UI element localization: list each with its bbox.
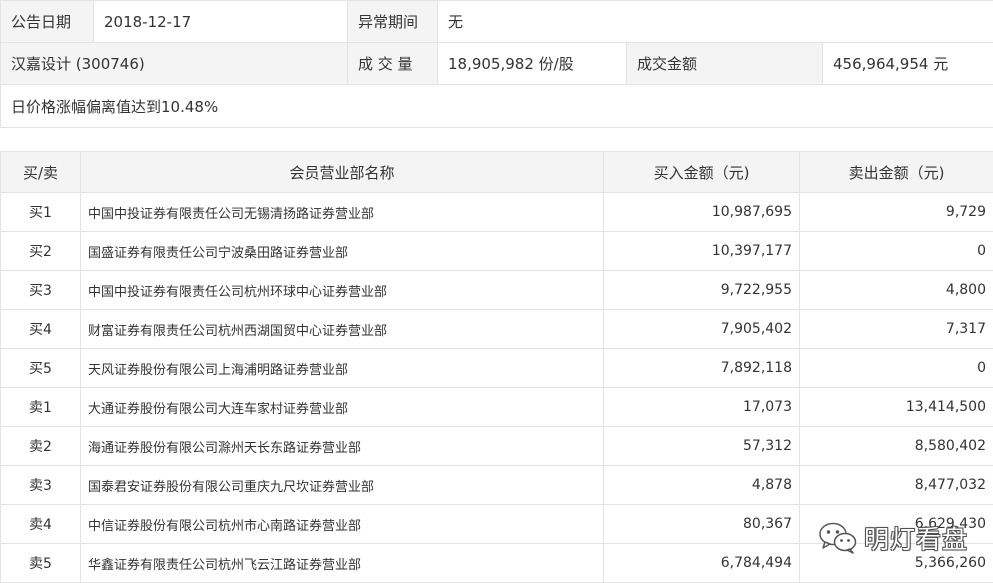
table-row: 买4 财富证券有限责任公司杭州西湖国贸中心证券营业部 7,905,402 7,3… bbox=[1, 310, 993, 349]
row-member-name: 华鑫证券有限责任公司杭州飞云江路证券营业部 bbox=[81, 544, 604, 583]
row-sell-amount: 8,477,032 bbox=[800, 466, 993, 505]
table-row: 买1 中国中投证券有限责任公司无锡清扬路证券营业部 10,987,695 9,7… bbox=[1, 193, 993, 232]
header-member-name: 会员营业部名称 bbox=[81, 152, 604, 193]
row-sell-amount: 0 bbox=[800, 232, 993, 271]
table-row: 买3 中国中投证券有限责任公司杭州环球中心证券营业部 9,722,955 4,8… bbox=[1, 271, 993, 310]
row-side: 买1 bbox=[1, 193, 81, 232]
volume-label: 成 交 量 bbox=[348, 43, 438, 85]
table-row: 卖3 国泰君安证券股份有限公司重庆九尺坎证券营业部 4,878 8,477,03… bbox=[1, 466, 993, 505]
watermark: 明灯看盘 bbox=[818, 516, 968, 560]
announce-date-value: 2018-12-17 bbox=[94, 1, 348, 43]
wechat-icon bbox=[818, 521, 858, 555]
row-sell-amount: 0 bbox=[800, 349, 993, 388]
volume-value: 18,905,982 份/股 bbox=[438, 43, 627, 85]
header-buy-amount: 买入金额（元) bbox=[604, 152, 800, 193]
row-side: 买3 bbox=[1, 271, 81, 310]
stock-name: 汉嘉设计 (300746) bbox=[1, 43, 348, 85]
table-row: 买2 国盛证券有限责任公司宁波桑田路证券营业部 10,397,177 0 bbox=[1, 232, 993, 271]
row-side: 卖5 bbox=[1, 544, 81, 583]
row-buy-amount: 9,722,955 bbox=[604, 271, 800, 310]
row-buy-amount: 57,312 bbox=[604, 427, 800, 466]
row-buy-amount: 10,397,177 bbox=[604, 232, 800, 271]
row-buy-amount: 80,367 bbox=[604, 505, 800, 544]
header-side: 买/卖 bbox=[1, 152, 81, 193]
row-side: 买4 bbox=[1, 310, 81, 349]
row-member-name: 大通证券股份有限公司大连车家村证券营业部 bbox=[81, 388, 604, 427]
row-member-name: 中国中投证券有限责任公司无锡清扬路证券营业部 bbox=[81, 193, 604, 232]
table-row: 卖1 大通证券股份有限公司大连车家村证券营业部 17,073 13,414,50… bbox=[1, 388, 993, 427]
row-sell-amount: 8,580,402 bbox=[800, 427, 993, 466]
abnormal-period-value: 无 bbox=[438, 1, 993, 43]
reason-text: 日价格涨幅偏离值达到10.48% bbox=[1, 85, 993, 128]
watermark-text: 明灯看盘 bbox=[864, 520, 968, 556]
stock-info-table: 公告日期 2018-12-17 异常期间 无 汉嘉设计 (300746) 成 交… bbox=[0, 0, 993, 128]
row-member-name: 中信证券股份有限公司杭州市心南路证券营业部 bbox=[81, 505, 604, 544]
row-sell-amount: 4,800 bbox=[800, 271, 993, 310]
row-side: 买5 bbox=[1, 349, 81, 388]
row-buy-amount: 6,784,494 bbox=[604, 544, 800, 583]
table-header-row: 买/卖 会员营业部名称 买入金额（元) 卖出金额（元) bbox=[1, 152, 993, 193]
row-side: 卖3 bbox=[1, 466, 81, 505]
amount-value: 456,964,954 元 bbox=[823, 43, 993, 85]
row-sell-amount: 9,729 bbox=[800, 193, 993, 232]
row-member-name: 天风证券股份有限公司上海浦明路证券营业部 bbox=[81, 349, 604, 388]
row-sell-amount: 7,317 bbox=[800, 310, 993, 349]
row-member-name: 海通证券股份有限公司滁州天长东路证券营业部 bbox=[81, 427, 604, 466]
table-row: 买5 天风证券股份有限公司上海浦明路证券营业部 7,892,118 0 bbox=[1, 349, 993, 388]
row-buy-amount: 4,878 bbox=[604, 466, 800, 505]
row-buy-amount: 7,905,402 bbox=[604, 310, 800, 349]
row-side: 卖1 bbox=[1, 388, 81, 427]
row-sell-amount: 13,414,500 bbox=[800, 388, 993, 427]
row-buy-amount: 17,073 bbox=[604, 388, 800, 427]
table-row: 卖2 海通证券股份有限公司滁州天长东路证券营业部 57,312 8,580,40… bbox=[1, 427, 993, 466]
row-member-name: 财富证券有限责任公司杭州西湖国贸中心证券营业部 bbox=[81, 310, 604, 349]
row-member-name: 国盛证券有限责任公司宁波桑田路证券营业部 bbox=[81, 232, 604, 271]
row-side: 买2 bbox=[1, 232, 81, 271]
row-buy-amount: 7,892,118 bbox=[604, 349, 800, 388]
row-member-name: 中国中投证券有限责任公司杭州环球中心证券营业部 bbox=[81, 271, 604, 310]
row-member-name: 国泰君安证券股份有限公司重庆九尺坎证券营业部 bbox=[81, 466, 604, 505]
row-side: 卖4 bbox=[1, 505, 81, 544]
row-side: 卖2 bbox=[1, 427, 81, 466]
abnormal-period-label: 异常期间 bbox=[348, 1, 438, 43]
row-buy-amount: 10,987,695 bbox=[604, 193, 800, 232]
header-sell-amount: 卖出金额（元) bbox=[800, 152, 993, 193]
amount-label: 成交金额 bbox=[627, 43, 823, 85]
announce-date-label: 公告日期 bbox=[1, 1, 94, 43]
